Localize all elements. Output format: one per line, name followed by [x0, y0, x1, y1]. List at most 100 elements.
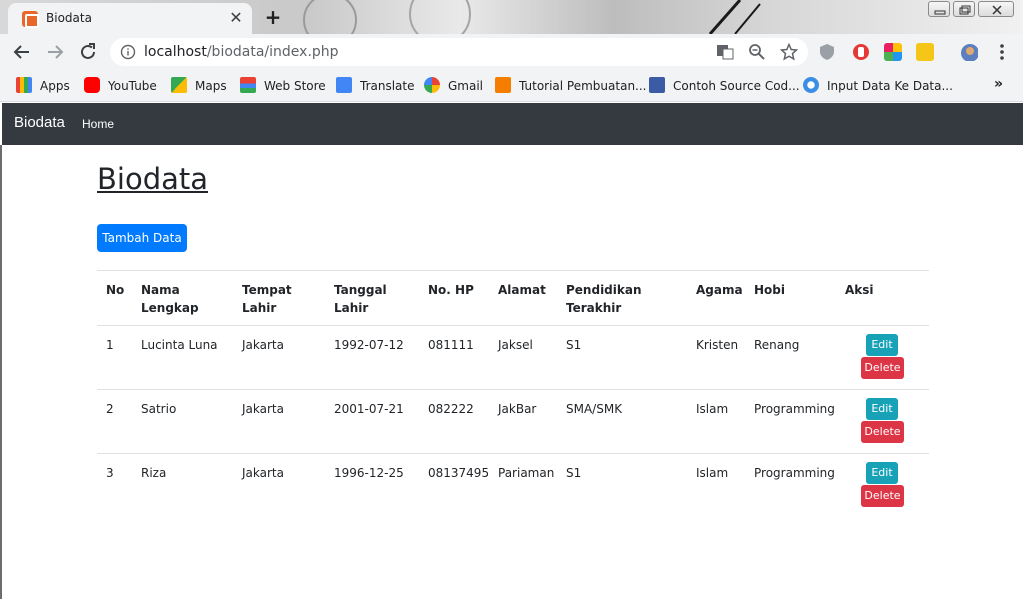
delete-button[interactable]: Delete: [861, 357, 904, 379]
bookmark-contoh-source[interactable]: Contoh Source Cod...: [649, 77, 800, 95]
cell-no: 1: [106, 338, 114, 352]
cell-pendidikan: SMA/SMK: [566, 402, 623, 416]
cell-nama: Satrio: [141, 402, 177, 416]
col-header-tempat-line2: Lahir: [242, 301, 277, 315]
col-header-alamat: Alamat: [498, 283, 546, 297]
reload-icon[interactable]: [76, 40, 100, 64]
bookmark-input-data[interactable]: Input Data Ke Data...: [803, 77, 953, 95]
cell-hobi: Programming: [754, 466, 835, 480]
edit-button[interactable]: Edit: [866, 398, 898, 420]
bookmark-gmail[interactable]: Gmail: [424, 77, 483, 95]
bookmark-apps[interactable]: Apps: [16, 77, 70, 95]
more-bookmarks-icon[interactable]: »: [994, 76, 1003, 92]
cell-tempat: Jakarta: [242, 466, 284, 480]
edit-button[interactable]: Edit: [866, 462, 898, 484]
cell-tanggal: 1992-07-12: [334, 338, 404, 352]
xampp-icon: [22, 11, 39, 28]
bookmark-translate[interactable]: Translate: [336, 77, 415, 95]
web-store-icon: [240, 77, 256, 93]
json-extension-icon[interactable]: [916, 43, 934, 61]
page-title: Biodata: [97, 162, 209, 196]
back-arrow-icon[interactable]: [10, 40, 34, 64]
menu-kebab-icon[interactable]: [994, 43, 1012, 61]
cell-nama: Lucinta Luna: [141, 338, 218, 352]
col-header-hobi: Hobi: [754, 283, 785, 297]
color-picker-extension-icon[interactable]: [884, 43, 902, 61]
delete-button[interactable]: Delete: [861, 421, 904, 443]
edit-button[interactable]: Edit: [866, 334, 898, 356]
col-header-nama-line2: Lengkap: [141, 301, 199, 315]
bookmark-youtube[interactable]: YouTube: [84, 77, 157, 95]
adblock-extension-icon[interactable]: [852, 43, 870, 61]
row-divider: [97, 453, 929, 454]
shield-extension-icon[interactable]: [818, 43, 836, 61]
cell-no: 3: [106, 466, 114, 480]
cell-alamat: Pariaman: [498, 466, 555, 480]
blogger-icon: [495, 77, 511, 93]
new-tab-icon[interactable]: +: [262, 6, 284, 28]
cell-tempat: Jakarta: [242, 338, 284, 352]
browser-toolbar: localhost/biodata/index.php: [0, 34, 1023, 70]
profile-avatar-icon[interactable]: [960, 43, 978, 61]
cell-tanggal: 1996-12-25: [334, 466, 404, 480]
col-header-tempat-line1: Tempat: [242, 283, 292, 297]
cell-tempat: Jakarta: [242, 402, 284, 416]
cell-hp: 08137495: [428, 466, 490, 480]
kmw-icon: [649, 77, 665, 93]
cell-hp: 081111: [428, 338, 474, 352]
cell-tanggal: 2001-07-21: [334, 402, 404, 416]
bookmarks-bar: Apps YouTube Maps Web Store Translate Gm…: [0, 70, 1023, 102]
cell-alamat: JakBar: [498, 402, 537, 416]
delete-button[interactable]: Delete: [861, 485, 904, 507]
nav-link-home[interactable]: Home: [82, 117, 114, 131]
cell-alamat: Jaksel: [498, 338, 533, 352]
forward-arrow-icon[interactable]: [43, 40, 67, 64]
close-tab-icon[interactable]: ✕: [226, 8, 246, 28]
apps-grid-icon: [16, 77, 32, 93]
cell-agama: Kristen: [696, 338, 739, 352]
col-header-agama: Agama: [696, 283, 743, 297]
cell-no: 2: [106, 402, 114, 416]
browser-tab[interactable]: Biodata ✕: [8, 3, 252, 34]
table-top-border: [97, 270, 929, 271]
address-bar[interactable]: localhost/biodata/index.php: [110, 38, 808, 66]
close-window-button[interactable]: [978, 1, 1014, 17]
restore-window-button[interactable]: [953, 1, 975, 17]
site-info-icon[interactable]: [120, 44, 136, 60]
translate-page-icon[interactable]: [716, 43, 734, 61]
bookmark-web-store[interactable]: Web Store: [240, 77, 326, 95]
cell-hobi: Renang: [754, 338, 800, 352]
header-divider: [97, 325, 929, 326]
row-divider: [97, 389, 929, 390]
translate-icon: [336, 77, 352, 93]
page-edge: [0, 145, 2, 599]
google-icon: [424, 77, 440, 93]
bookmark-maps[interactable]: Maps: [171, 77, 227, 95]
cell-nama: Riza: [141, 466, 167, 480]
col-header-aksi: Aksi: [845, 283, 874, 297]
col-header-pendidikan-line1: Pendidikan: [566, 283, 642, 297]
col-header-tanggal-line1: Tanggal: [334, 283, 387, 297]
cell-pendidikan: S1: [566, 466, 582, 480]
cell-pendidikan: S1: [566, 338, 582, 352]
col-header-pendidikan-line2: Terakhir: [566, 301, 622, 315]
col-header-hp: No. HP: [428, 283, 474, 297]
cell-agama: Islam: [696, 466, 729, 480]
navbar-brand[interactable]: Biodata: [14, 114, 65, 131]
youtube-icon: [84, 77, 100, 93]
bookmark-star-icon[interactable]: [780, 43, 798, 61]
minimize-window-button[interactable]: [928, 1, 950, 17]
col-header-nama-line1: Nama: [141, 283, 180, 297]
link-icon: [803, 77, 819, 93]
col-header-no: No: [106, 283, 125, 297]
zoom-icon[interactable]: [748, 43, 766, 61]
tab-title: Biodata: [46, 11, 92, 25]
bookmark-tutorial[interactable]: Tutorial Pembuatan...: [495, 77, 647, 95]
cell-agama: Islam: [696, 402, 729, 416]
cell-hp: 082222: [428, 402, 474, 416]
col-header-tanggal-line2: Lahir: [334, 301, 369, 315]
add-data-button[interactable]: Tambah Data: [97, 224, 187, 252]
navbar: Biodata Home: [2, 103, 1023, 145]
cell-hobi: Programming: [754, 402, 835, 416]
url-text: localhost/biodata/index.php: [144, 44, 339, 60]
